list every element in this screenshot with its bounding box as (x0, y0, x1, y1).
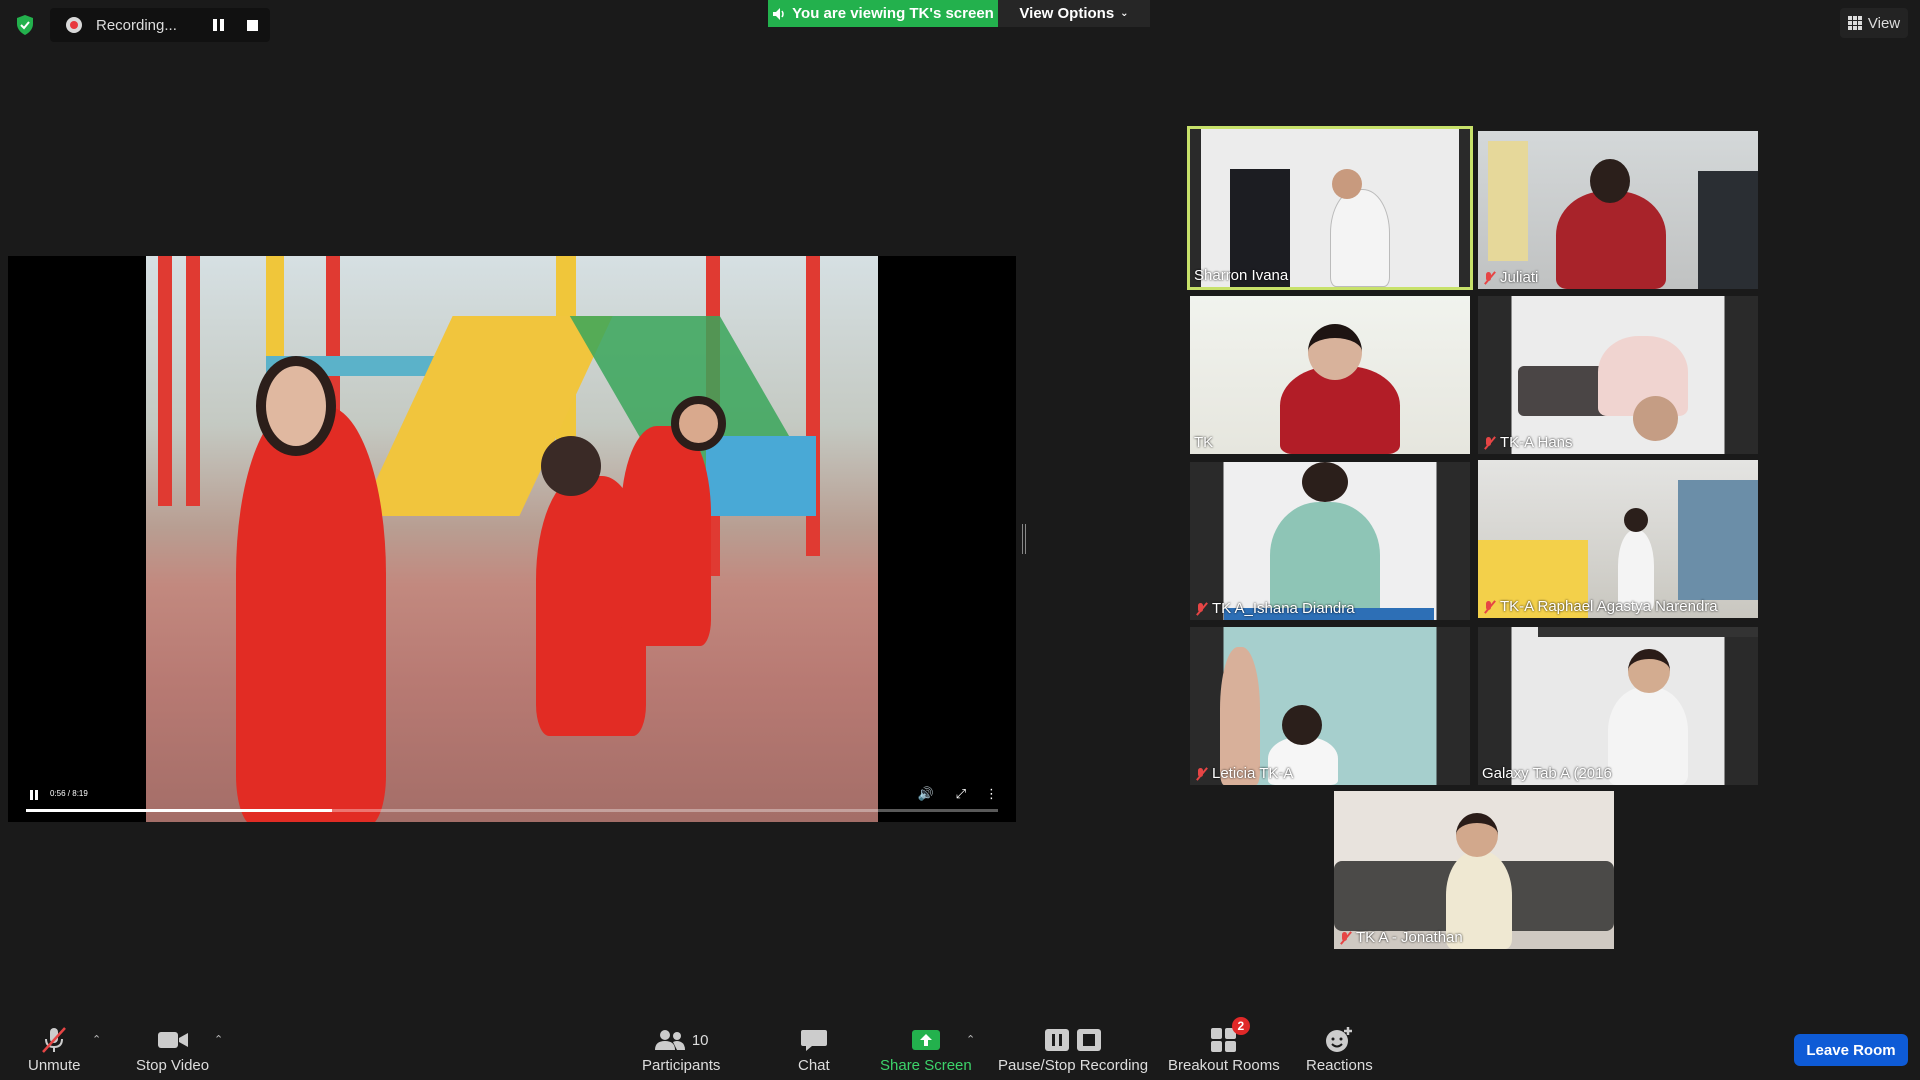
view-layout-button[interactable]: View (1840, 8, 1908, 38)
grid-view-icon (1847, 16, 1862, 30)
pause-icon (212, 19, 224, 31)
recording-dot-icon (66, 17, 82, 33)
participant-name-tag: TK (1194, 434, 1214, 451)
mic-muted-icon (42, 1027, 67, 1053)
participant-name-tag: TK-A Raphael Agastya Narendra (1482, 598, 1718, 615)
child-figure (621, 426, 711, 646)
video-pause-button[interactable] (30, 790, 38, 800)
pause-stop-recording-button[interactable]: Pause/Stop Recording (998, 1023, 1148, 1074)
reactions-button[interactable]: Reactions (1306, 1023, 1373, 1074)
recording-label: Recording... (96, 16, 177, 34)
mic-muted-icon (1194, 767, 1208, 781)
speaker-icon (773, 7, 784, 20)
chat-bubble-icon (800, 1030, 827, 1051)
view-options-label: View Options (1019, 5, 1115, 22)
participant-name-tag: Sharron Ivana (1194, 267, 1289, 284)
unmute-label: Unmute (28, 1057, 81, 1074)
share-screen-icon (911, 1030, 940, 1050)
mic-muted-icon (1194, 602, 1208, 616)
share-screen-label: Share Screen (880, 1057, 972, 1074)
unmute-button[interactable]: Unmute (28, 1023, 81, 1074)
volume-icon[interactable]: 🔊 (918, 786, 934, 802)
video-progress-bar[interactable] (26, 809, 998, 812)
pause-recording-button[interactable] (206, 13, 230, 37)
viewing-screen-banner: You are viewing TK's screen (768, 0, 998, 27)
participant-name-tag: Juliati (1482, 269, 1538, 286)
participant-name-tag: Galaxy Tab A (2016 (1482, 765, 1612, 782)
mic-muted-icon (1482, 436, 1496, 450)
participant-tile[interactable]: TK A_Ishana Diandra (1190, 462, 1470, 620)
meeting-toolbar: Unmute ⌃ Stop Video ⌃ 10 Participants Ch… (0, 1010, 1920, 1080)
chevron-down-icon: ⌄ (1120, 8, 1129, 19)
participant-tile[interactable]: TK-A Raphael Agastya Narendra (1478, 460, 1758, 618)
mic-muted-icon (1338, 931, 1352, 945)
participant-name-tag: TK A - Jonathan (1338, 929, 1463, 946)
audio-options-caret-icon[interactable]: ⌃ (92, 1033, 101, 1046)
video-camera-icon (157, 1032, 188, 1048)
more-options-icon[interactable]: ⋮ (985, 786, 998, 802)
recording-indicator: Recording... (50, 8, 270, 42)
participants-label: Participants (642, 1057, 721, 1074)
participant-name-tag: TK-A Hans (1482, 434, 1573, 451)
chat-button[interactable]: Chat (798, 1023, 830, 1074)
participant-tile[interactable]: Sharron Ivana (1187, 126, 1473, 290)
video-controls: 0:56 / 8:19 🔊 ⤢ ⋮ (8, 762, 1016, 822)
view-label: View (1867, 14, 1901, 32)
reactions-label: Reactions (1306, 1057, 1373, 1074)
participants-button[interactable]: 10 Participants (642, 1023, 720, 1074)
participant-tile[interactable]: Juliati (1478, 131, 1758, 289)
view-options-button[interactable]: View Options ⌄ (998, 0, 1150, 27)
shared-video-frame (146, 256, 878, 822)
participant-tile[interactable]: TK A - Jonathan (1334, 791, 1614, 949)
split-resize-handle[interactable] (1022, 524, 1026, 554)
stop-icon (246, 19, 258, 31)
security-shield-icon[interactable] (14, 14, 36, 36)
mic-muted-icon (1482, 271, 1496, 285)
participant-tile[interactable]: Leticia TK-A (1190, 627, 1470, 785)
chat-label: Chat (798, 1057, 830, 1074)
participant-name-tag: Leticia TK-A (1194, 765, 1293, 782)
stop-video-label: Stop Video (136, 1057, 210, 1074)
child-figure (236, 406, 386, 822)
exit-fullscreen-icon[interactable]: ⤢ (956, 786, 966, 802)
participant-tile[interactable]: TK-A Hans (1478, 296, 1758, 454)
participants-icon (654, 1030, 685, 1050)
breakout-rooms-badge: 2 (1231, 1017, 1250, 1035)
viewing-banner-text: You are viewing TK's screen (792, 5, 994, 22)
participant-name-tag: TK A_Ishana Diandra (1194, 600, 1355, 617)
video-progress-fill (26, 809, 333, 812)
stop-recording-button[interactable] (240, 13, 264, 37)
stop-recording-icon (1077, 1029, 1102, 1051)
participant-tile[interactable]: TK (1190, 296, 1470, 454)
breakout-rooms-button[interactable]: 2 Breakout Rooms (1168, 1017, 1280, 1074)
video-time: 0:56 / 8:19 (50, 789, 88, 798)
video-options-caret-icon[interactable]: ⌃ (214, 1033, 223, 1046)
participants-count: 10 (691, 1031, 709, 1049)
stop-video-button[interactable]: Stop Video (136, 1023, 209, 1074)
pause-stop-recording-label: Pause/Stop Recording (998, 1057, 1149, 1074)
participant-tile[interactable]: Galaxy Tab A (2016 (1478, 627, 1758, 785)
reactions-emoji-icon (1326, 1027, 1353, 1052)
pause-recording-icon (1045, 1029, 1070, 1051)
share-options-caret-icon[interactable]: ⌃ (966, 1033, 975, 1046)
leave-room-button[interactable]: Leave Room (1794, 1034, 1908, 1066)
share-screen-button[interactable]: Share Screen (880, 1023, 972, 1074)
breakout-rooms-label: Breakout Rooms (1168, 1057, 1280, 1074)
shared-screen[interactable]: 0:56 / 8:19 🔊 ⤢ ⋮ (8, 256, 1016, 822)
mic-muted-icon (1482, 600, 1496, 614)
